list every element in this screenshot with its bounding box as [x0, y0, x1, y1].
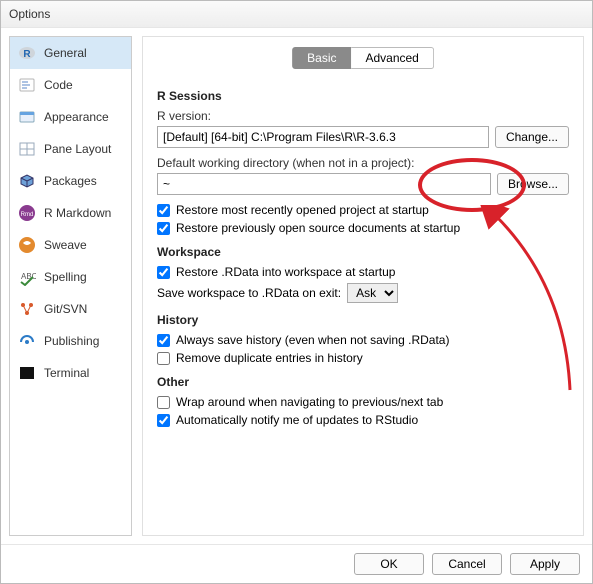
section-rsessions-title: R Sessions [157, 89, 569, 103]
sidebar-item-code[interactable]: Code [10, 69, 131, 101]
sidebar-item-label: Publishing [44, 334, 99, 348]
code-icon [18, 76, 36, 94]
restore-docs-label: Restore previously open source documents… [176, 221, 460, 235]
r-logo-icon: R [18, 44, 36, 62]
sidebar-item-label: General [44, 46, 87, 60]
dialog-footer: OK Cancel Apply [1, 544, 592, 583]
tab-advanced[interactable]: Advanced [351, 47, 433, 69]
sidebar-item-panelayout[interactable]: Pane Layout [10, 133, 131, 165]
packages-icon [18, 172, 36, 190]
browse-button[interactable]: Browse... [497, 173, 569, 195]
restore-docs-checkbox[interactable] [157, 222, 170, 235]
restore-project-checkbox[interactable] [157, 204, 170, 217]
sidebar-item-general[interactable]: R General [10, 37, 131, 69]
always-save-history-checkbox[interactable] [157, 334, 170, 347]
terminal-icon [18, 364, 36, 382]
always-save-history-label: Always save history (even when not savin… [176, 333, 449, 347]
remove-dupes-label: Remove duplicate entries in history [176, 351, 363, 365]
sweave-icon [18, 236, 36, 254]
sidebar-item-appearance[interactable]: Appearance [10, 101, 131, 133]
save-workspace-select[interactable]: Ask [347, 283, 398, 303]
svg-text:ABC: ABC [21, 272, 36, 281]
pane-layout-icon [18, 140, 36, 158]
section-workspace-title: Workspace [157, 245, 569, 259]
ok-button[interactable]: OK [354, 553, 424, 575]
sidebar-item-rmarkdown[interactable]: Rmd R Markdown [10, 197, 131, 229]
options-dialog: Options R General Code Appearance Pane L… [0, 0, 593, 584]
wrap-tab-label: Wrap around when navigating to previous/… [176, 395, 443, 409]
change-button[interactable]: Change... [495, 126, 569, 148]
save-workspace-label: Save workspace to .RData on exit: [157, 286, 341, 300]
dialog-title: Options [1, 1, 592, 28]
section-other-title: Other [157, 375, 569, 389]
tab-basic[interactable]: Basic [292, 47, 351, 69]
sidebar-item-label: Sweave [44, 238, 87, 252]
sidebar-item-spelling[interactable]: ABC Spelling [10, 261, 131, 293]
sidebar-item-label: Appearance [44, 110, 109, 124]
appearance-icon [18, 108, 36, 126]
spelling-icon: ABC [18, 268, 36, 286]
sidebar-item-gitsvn[interactable]: Git/SVN [10, 293, 131, 325]
rversion-input[interactable] [157, 126, 489, 148]
remove-dupes-checkbox[interactable] [157, 352, 170, 365]
git-icon [18, 300, 36, 318]
sidebar: R General Code Appearance Pane Layout Pa… [9, 36, 132, 536]
sidebar-item-sweave[interactable]: Sweave [10, 229, 131, 261]
sidebar-item-label: Terminal [44, 366, 89, 380]
apply-button[interactable]: Apply [510, 553, 580, 575]
tabs: Basic Advanced [292, 47, 434, 69]
rmarkdown-icon: Rmd [18, 204, 36, 222]
sidebar-item-label: Spelling [44, 270, 87, 284]
main-panel: Basic Advanced R Sessions R version: Cha… [142, 36, 584, 536]
sidebar-item-label: Git/SVN [44, 302, 87, 316]
publishing-icon [18, 332, 36, 350]
restore-rdata-checkbox[interactable] [157, 266, 170, 279]
sidebar-item-label: R Markdown [44, 206, 111, 220]
wrap-tab-checkbox[interactable] [157, 396, 170, 409]
section-history-title: History [157, 313, 569, 327]
sidebar-item-packages[interactable]: Packages [10, 165, 131, 197]
sidebar-item-terminal[interactable]: Terminal [10, 357, 131, 389]
sidebar-item-label: Code [44, 78, 73, 92]
cancel-button[interactable]: Cancel [432, 553, 502, 575]
sidebar-item-label: Pane Layout [44, 142, 111, 156]
auto-update-checkbox[interactable] [157, 414, 170, 427]
sidebar-item-publishing[interactable]: Publishing [10, 325, 131, 357]
sidebar-item-label: Packages [44, 174, 97, 188]
workdir-label: Default working directory (when not in a… [157, 156, 569, 170]
workdir-input[interactable] [157, 173, 491, 195]
restore-rdata-label: Restore .RData into workspace at startup [176, 265, 395, 279]
rversion-label: R version: [157, 109, 569, 123]
auto-update-label: Automatically notify me of updates to RS… [176, 413, 418, 427]
svg-text:R: R [23, 49, 31, 60]
svg-text:Rmd: Rmd [21, 212, 34, 218]
restore-project-label: Restore most recently opened project at … [176, 203, 429, 217]
